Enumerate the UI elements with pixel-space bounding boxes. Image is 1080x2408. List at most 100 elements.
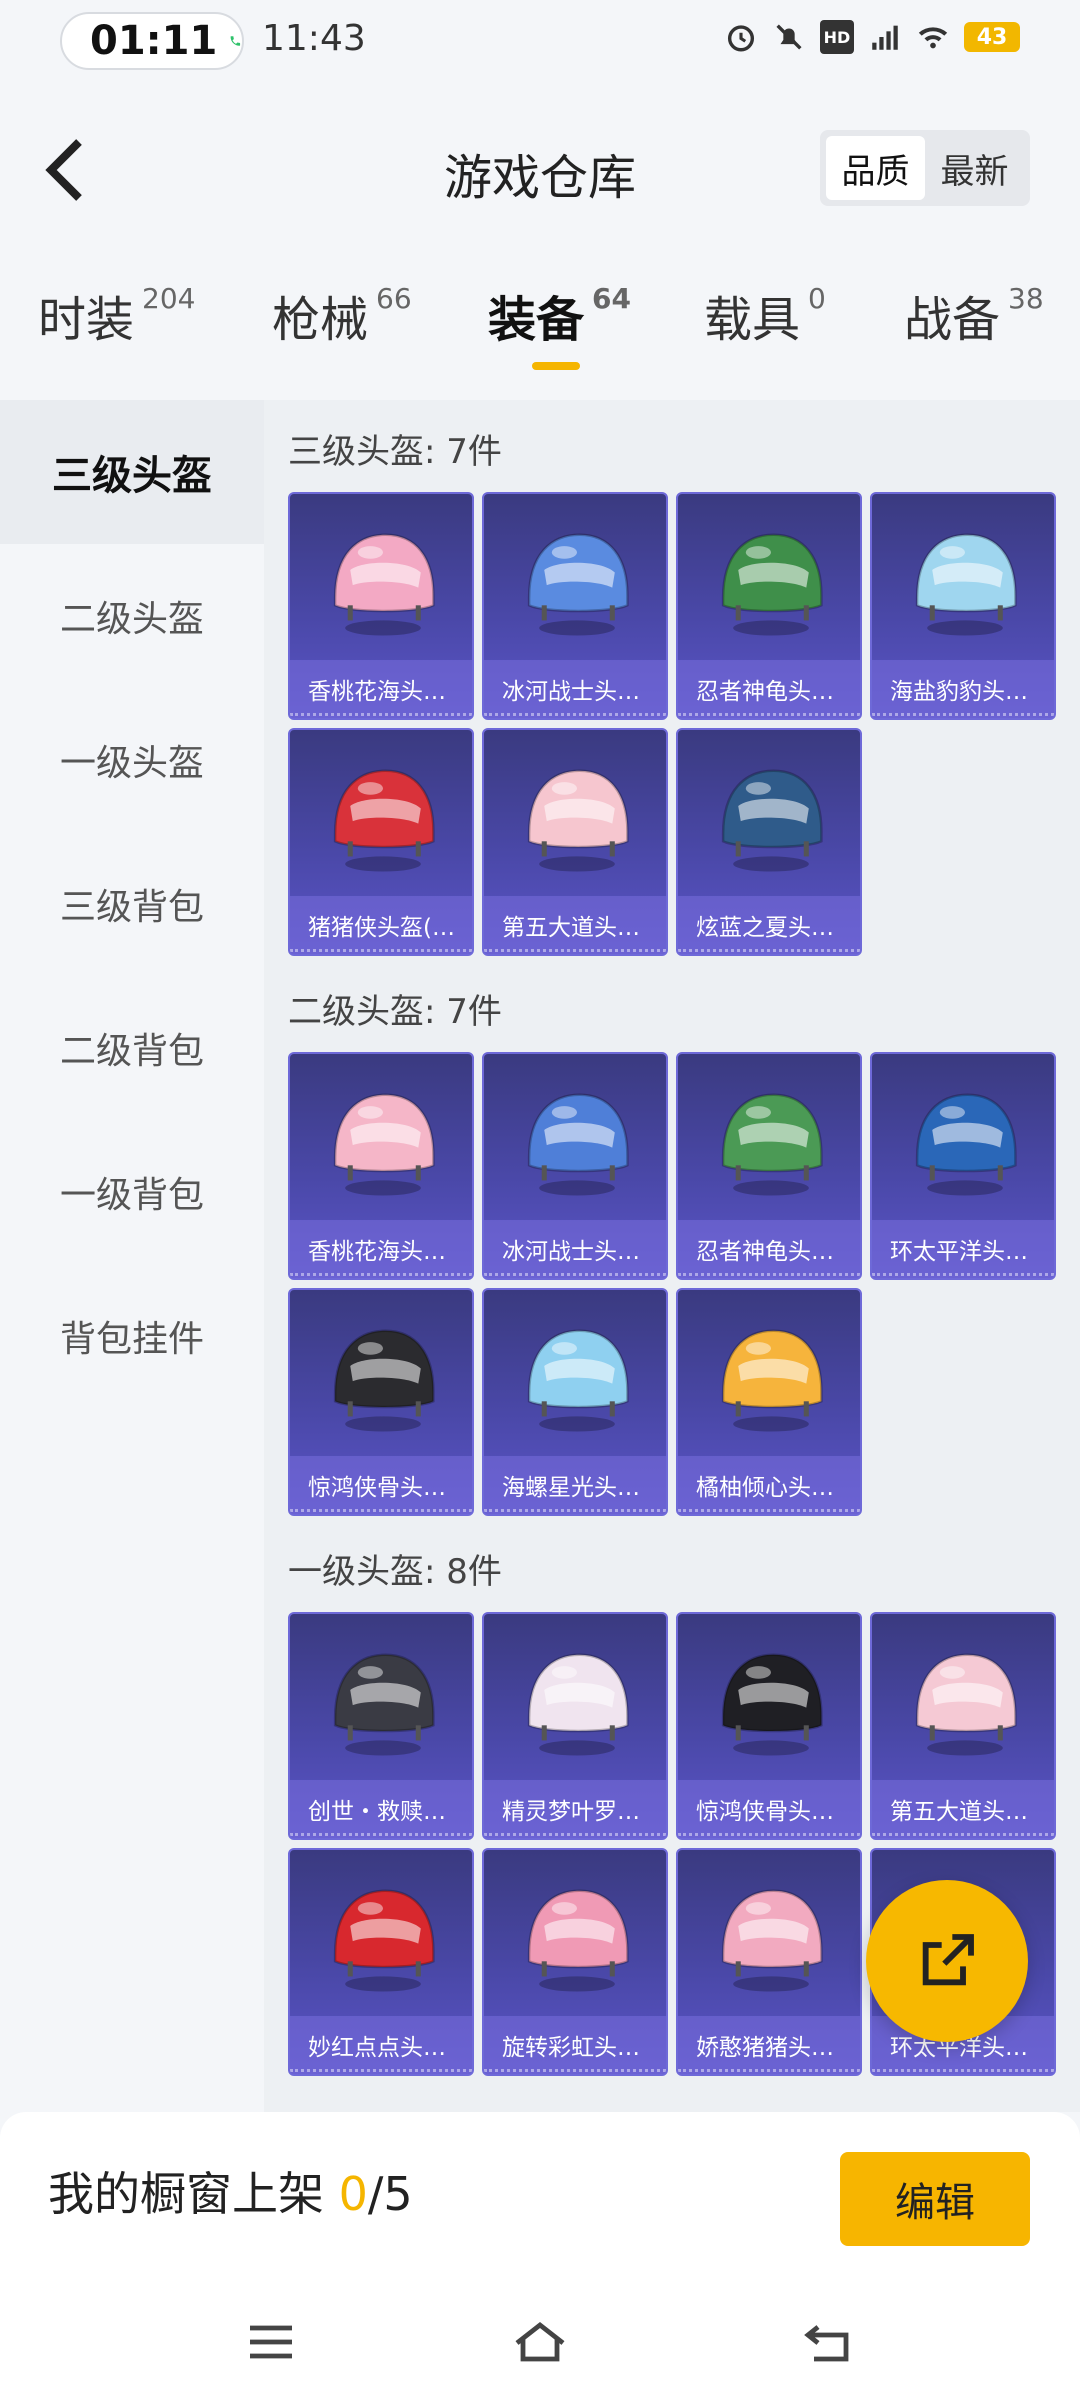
helmet-name: 海盐豹豹头… <box>872 660 1054 718</box>
section-title: 三级头盔: 7件 <box>288 432 502 472</box>
tab-label: 时装 <box>38 292 135 348</box>
helmet-card[interactable]: 娇憨猪猪头… <box>676 1848 862 2076</box>
sidebar-item-level3-helmet[interactable]: 三级头盔 <box>0 400 264 544</box>
call-timer-pill[interactable]: 01:11 <box>60 12 244 70</box>
sidebar-item-level2-helmet[interactable]: 二级头盔 <box>0 544 264 688</box>
sort-option-newest[interactable]: 最新 <box>925 136 1024 200</box>
sidebar-item-level1-helmet[interactable]: 一级头盔 <box>0 688 264 832</box>
helmet-card[interactable]: 妙红点点头… <box>288 1848 474 2076</box>
helmet-name: 第五大道头… <box>872 1780 1054 1838</box>
menu-nav-button[interactable] <box>236 2312 306 2372</box>
tab-label: 战备 <box>904 292 1001 348</box>
helmet-icon <box>333 1093 435 1196</box>
tab-count: 66 <box>376 282 412 315</box>
home-icon <box>515 2321 565 2362</box>
sort-toggle[interactable]: 品质 最新 <box>820 130 1030 206</box>
helmet-card[interactable]: 惊鸿侠骨头… <box>288 1288 474 1516</box>
helmet-name: 炫蓝之夏头… <box>678 896 860 954</box>
helmet-name: 香桃花海头… <box>290 1220 472 1278</box>
battery-icon: 43 <box>964 22 1020 52</box>
system-nav-bar <box>0 2272 1080 2408</box>
helmet-name: 旋转彩虹头… <box>484 2016 666 2074</box>
sort-option-quality[interactable]: 品质 <box>826 136 925 200</box>
helmet-name: 冰河战士头… <box>484 1220 666 1278</box>
helmet-card[interactable]: 忍者神龟头… <box>676 1052 862 1280</box>
tab-label: 装备 <box>488 292 585 348</box>
card-divider <box>872 1272 1054 1276</box>
helmet-icon <box>721 1889 823 1992</box>
share-button[interactable] <box>866 1880 1028 2042</box>
share-icon <box>922 1934 974 1986</box>
sidebar-item-level2-backpack[interactable]: 二级背包 <box>0 976 264 1120</box>
helmet-card[interactable]: 炫蓝之夏头… <box>676 728 862 956</box>
edit-button[interactable]: 编辑 <box>840 2152 1030 2246</box>
helmet-card[interactable]: 旋转彩虹头… <box>482 1848 668 2076</box>
tab-count: 38 <box>1008 282 1044 315</box>
helmet-card[interactable]: 海盐豹豹头… <box>870 492 1056 720</box>
helmet-card[interactable]: 第五大道头… <box>870 1612 1056 1840</box>
helmet-card[interactable]: 海螺星光头… <box>482 1288 668 1516</box>
helmet-name: 香桃花海头… <box>290 660 472 718</box>
helmet-icon <box>527 533 629 636</box>
tab-battle-gear[interactable]: 战备 38 <box>904 280 1044 350</box>
helmet-name: 创世・救赎… <box>290 1780 472 1838</box>
status-icons: HD 43 <box>724 20 1020 54</box>
active-tab-indicator <box>532 362 580 370</box>
section-title: 二级头盔: 7件 <box>288 992 502 1032</box>
helmet-icon <box>527 1093 629 1196</box>
helmet-card[interactable]: 猪猪侠头盔(… <box>288 728 474 956</box>
helmet-icon <box>527 769 629 872</box>
showcase-current: 0 <box>338 2167 368 2221</box>
card-divider <box>678 712 860 716</box>
showcase-label: 我的橱窗上架 <box>48 2167 339 2221</box>
card-divider <box>484 1508 666 1512</box>
showcase-bar: 我的橱窗上架 0/5 编辑 <box>0 2112 1080 2272</box>
card-divider <box>872 1832 1054 1836</box>
helmet-card[interactable]: 冰河战士头… <box>482 1052 668 1280</box>
card-divider <box>678 1272 860 1276</box>
helmet-icon <box>527 1329 629 1432</box>
phone-icon <box>230 36 241 46</box>
card-divider <box>484 712 666 716</box>
helmet-card[interactable]: 冰河战士头… <box>482 492 668 720</box>
card-divider <box>484 2068 666 2072</box>
tab-count: 64 <box>592 282 631 315</box>
tab-fashion[interactable]: 时装 204 <box>38 280 195 350</box>
helmet-name: 冰河战士头… <box>484 660 666 718</box>
card-divider <box>872 712 1054 716</box>
tab-guns[interactable]: 枪械 66 <box>272 280 412 350</box>
helmet-card[interactable]: 香桃花海头… <box>288 1052 474 1280</box>
card-divider <box>290 948 472 952</box>
warehouse-page: 01:11 11:43 HD 43 游戏仓库 品质 最新 时装 204 枪械 6… <box>0 0 1080 2408</box>
menu-icon <box>250 2325 292 2359</box>
tab-count: 204 <box>142 282 196 315</box>
tab-label: 枪械 <box>272 292 369 348</box>
home-nav-button[interactable] <box>505 2312 575 2372</box>
helmet-card[interactable]: 第五大道头… <box>482 728 668 956</box>
helmet-card[interactable]: 精灵梦叶罗… <box>482 1612 668 1840</box>
back-nav-button[interactable] <box>792 2312 862 2372</box>
tab-equipment[interactable]: 装备 64 <box>488 280 631 350</box>
helmet-card[interactable]: 环太平洋头… <box>870 1052 1056 1280</box>
helmet-card[interactable]: 惊鸿侠骨头… <box>676 1612 862 1840</box>
helmet-card[interactable]: 忍者神龟头… <box>676 492 862 720</box>
card-divider <box>290 1508 472 1512</box>
helmet-card[interactable]: 创世・救赎… <box>288 1612 474 1840</box>
helmet-card[interactable]: 香桃花海头… <box>288 492 474 720</box>
helmet-name: 第五大道头… <box>484 896 666 954</box>
tab-vehicles[interactable]: 载具 0 <box>704 280 826 350</box>
helmet-name: 忍者神龟头… <box>678 1220 860 1278</box>
card-divider <box>872 2068 1054 2072</box>
helmet-icon <box>915 1653 1017 1756</box>
item-grid: 三级头盔: 7件 二级头盔: 7件 一级头盔: 8件 香桃花海头… 冰河战士头… 忍… <box>264 400 1080 2112</box>
sidebar-item-backpack-charm[interactable]: 背包挂件 <box>0 1264 264 1408</box>
status-bar: 01:11 11:43 HD 43 <box>0 0 1080 84</box>
helmet-card[interactable]: 橘柚倾心头… <box>676 1288 862 1516</box>
helmet-icon <box>721 769 823 872</box>
sidebar-item-level3-backpack[interactable]: 三级背包 <box>0 832 264 976</box>
sidebar-item-level1-backpack[interactable]: 一级背包 <box>0 1120 264 1264</box>
helmet-icon <box>721 1093 823 1196</box>
alarm-icon <box>727 25 755 52</box>
wifi-icon <box>918 27 948 49</box>
helmet-name: 海螺星光头… <box>484 1456 666 1514</box>
